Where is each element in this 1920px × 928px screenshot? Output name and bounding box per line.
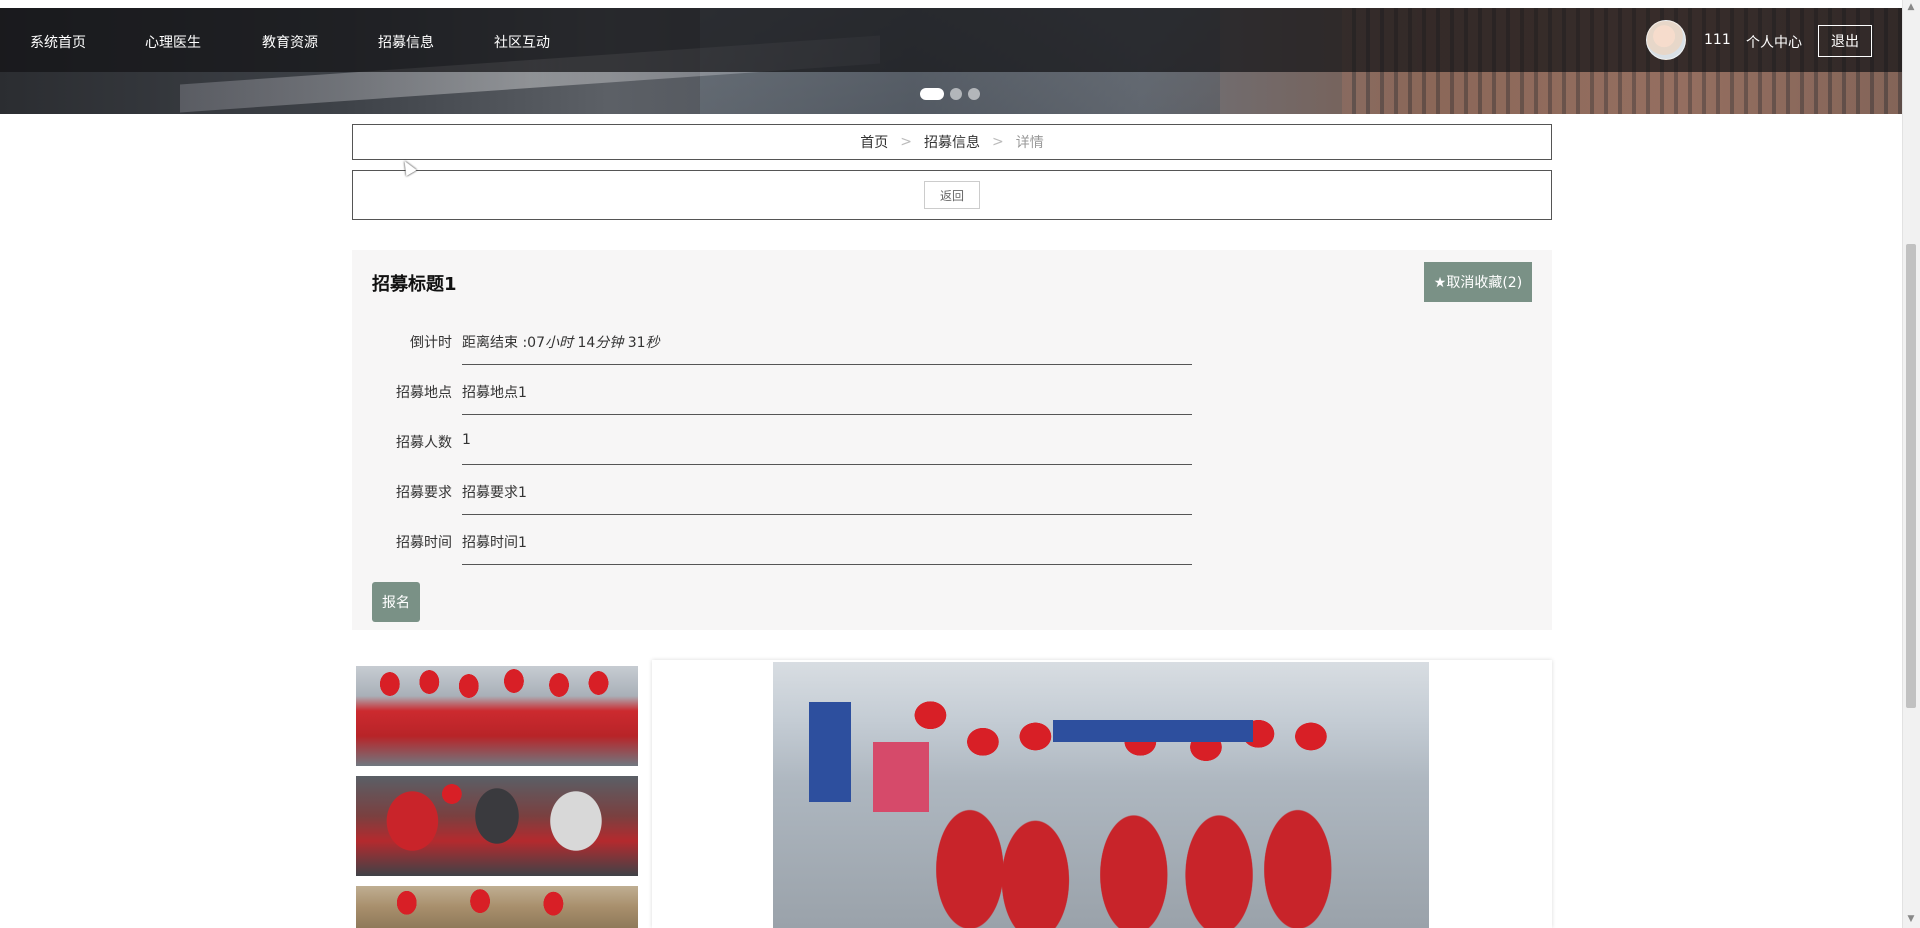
row-underline (462, 364, 1192, 365)
breadcrumb-separator: > (900, 134, 912, 150)
time-value: 招募时间1 (462, 535, 527, 551)
breadcrumb-section[interactable]: 招募信息 (924, 132, 980, 152)
carousel-dot-2[interactable] (950, 88, 962, 100)
gallery-thumbnail-3[interactable] (356, 886, 638, 928)
time-row: 招募时间 招募时间1 (352, 516, 1192, 566)
advertisement-panel (873, 742, 929, 812)
breadcrumb-current: 详情 (1015, 135, 1044, 151)
username: 111 (1704, 32, 1731, 48)
location-row: 招募地点 招募地点1 (352, 366, 1192, 416)
time-label: 招募时间 (396, 535, 452, 551)
location-value: 招募地点1 (462, 385, 527, 401)
avatar[interactable] (1646, 20, 1686, 60)
breadcrumb: 首页 > 招募信息 > 详情 (352, 124, 1552, 160)
main-volunteer-photo (773, 662, 1429, 928)
overhead-sign (1053, 720, 1253, 742)
count-value: 1 (462, 432, 471, 448)
back-bar: 返回 (352, 170, 1552, 220)
signup-button[interactable]: 报名 (372, 582, 420, 622)
nav-item-recruitment[interactable]: 招募信息 (378, 32, 434, 52)
unfavorite-button[interactable]: ★取消收藏(2) (1424, 262, 1532, 302)
nav-item-community[interactable]: 社区互动 (494, 32, 550, 52)
detail-title: 招募标题1 (372, 274, 457, 295)
gallery-thumbnail-1[interactable] (356, 666, 638, 766)
row-underline (462, 464, 1192, 465)
recruitment-detail-panel: 招募标题1 ★取消收藏(2) 倒计时 距离结束 :07小时 14分钟 31秒 招… (352, 250, 1552, 630)
count-label: 招募人数 (396, 435, 452, 451)
countdown-row: 倒计时 距离结束 :07小时 14分钟 31秒 (352, 316, 1192, 366)
carousel-dot-3[interactable] (968, 88, 980, 100)
requirement-value: 招募要求1 (462, 485, 527, 501)
requirement-row: 招募要求 招募要求1 (352, 466, 1192, 516)
logout-button[interactable]: 退出 (1818, 25, 1872, 57)
countdown-label: 倒计时 (410, 335, 452, 351)
countdown-value: 距离结束 :07小时 14分钟 31秒 (462, 335, 660, 351)
volunteer-photo (356, 776, 638, 876)
count-row: 招募人数 1 (352, 416, 1192, 466)
station-sign (809, 702, 851, 802)
breadcrumb-separator: > (992, 134, 1004, 150)
carousel-dot-1[interactable] (920, 88, 944, 100)
volunteer-photo (356, 886, 638, 928)
carousel-indicators (920, 88, 980, 100)
top-nav: 系统首页 心理医生 教育资源 招募信息 社区互动 111 个人中心 退出 (0, 8, 1902, 72)
volunteer-photo (356, 666, 638, 766)
breadcrumb-home[interactable]: 首页 (860, 132, 888, 152)
row-underline (462, 414, 1192, 415)
requirement-label: 招募要求 (396, 485, 452, 501)
user-center-link[interactable]: 个人中心 (1746, 32, 1802, 52)
main-photo-frame (652, 660, 1552, 928)
scrollbar-thumb[interactable] (1906, 244, 1916, 708)
location-label: 招募地点 (396, 385, 452, 401)
scroll-down-icon[interactable]: ▼ (1906, 914, 1916, 924)
row-underline (462, 514, 1192, 515)
nav-item-resources[interactable]: 教育资源 (262, 32, 318, 52)
scroll-up-icon[interactable]: ▲ (1906, 2, 1916, 12)
header-banner: 系统首页 心理医生 教育资源 招募信息 社区互动 111 个人中心 退出 (0, 8, 1902, 114)
gallery-thumbnail-2[interactable] (356, 776, 638, 876)
back-button[interactable]: 返回 (924, 181, 980, 209)
nav-item-doctors[interactable]: 心理医生 (145, 32, 201, 52)
nav-item-home[interactable]: 系统首页 (30, 32, 86, 52)
row-underline (462, 564, 1192, 565)
